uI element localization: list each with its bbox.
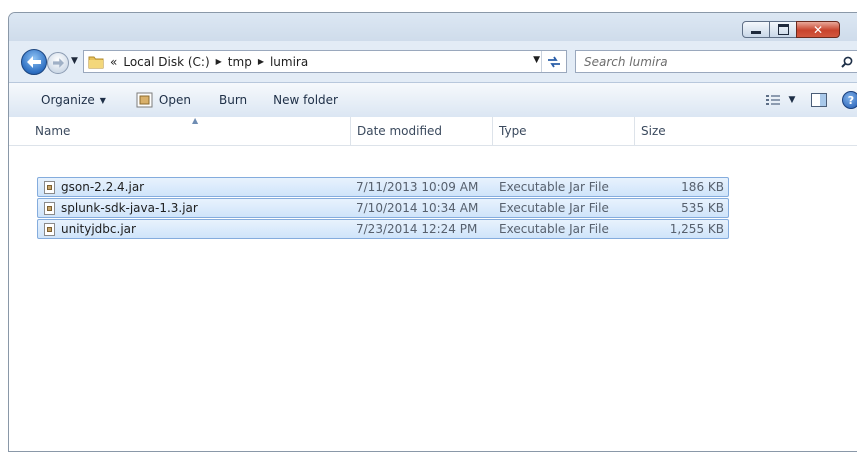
toolbar-right: ▼ ? — [762, 88, 857, 112]
organize-button[interactable]: Organize ▼ — [33, 88, 114, 112]
refresh-icon — [548, 56, 560, 67]
file-date: 7/10/2014 10:34 AM — [356, 201, 479, 215]
file-name: gson-2.2.4.jar — [61, 180, 145, 194]
column-header-name[interactable]: Name — [29, 117, 353, 145]
file-name: splunk-sdk-java-1.3.jar — [61, 201, 198, 215]
breadcrumb-item-local-disk[interactable]: Local Disk (C:) — [123, 55, 209, 69]
file-type: Executable Jar File — [499, 222, 609, 236]
column-header-name-label: Name — [35, 124, 71, 138]
open-label: Open — [158, 93, 191, 107]
view-dropdown[interactable]: ▼ — [784, 88, 800, 112]
sort-ascending-icon: ▲ — [192, 116, 199, 125]
file-name-cell: unityjdbc.jar — [44, 220, 136, 238]
address-dropdown[interactable]: ▼ — [533, 55, 540, 65]
burn-label: Burn — [218, 93, 248, 107]
address-row: ▼ « Local Disk (C:) ▶ tmp ▶ lumira ▼ — [9, 47, 857, 77]
column-header-date-label: Date modified — [357, 124, 443, 138]
recent-pages-dropdown[interactable]: ▼ — [71, 56, 78, 66]
file-type: Executable Jar File — [499, 201, 609, 215]
open-icon — [136, 92, 154, 109]
jar-file-icon — [44, 201, 55, 215]
arrow-right-icon — [52, 58, 64, 68]
minimize-icon — [751, 31, 761, 34]
chevron-right-icon[interactable]: ▶ — [216, 57, 222, 66]
preview-pane-button[interactable] — [806, 88, 832, 112]
chevron-right-icon[interactable]: ▶ — [258, 57, 264, 66]
title-bar[interactable]: ✕ — [9, 13, 857, 41]
change-view-button[interactable] — [762, 88, 784, 112]
open-button[interactable]: Open — [128, 88, 199, 112]
close-icon: ✕ — [812, 22, 824, 37]
breadcrumb: « Local Disk (C:) ▶ tmp ▶ lumira — [110, 55, 308, 69]
column-header-type[interactable]: Type — [492, 117, 634, 145]
explorer-window: ✕ ▼ « Local Disk (C:) ▶ tmp ▶ lumira ▼ S… — [8, 12, 857, 452]
file-size: 1,255 KB — [669, 222, 724, 236]
file-name-cell: splunk-sdk-java-1.3.jar — [44, 199, 198, 217]
organize-label: Organize — [41, 93, 95, 107]
maximize-button[interactable] — [769, 21, 797, 38]
jar-file-icon — [44, 222, 55, 236]
help-button[interactable]: ? — [838, 88, 857, 112]
file-name-cell: gson-2.2.4.jar — [44, 178, 144, 196]
column-header-date[interactable]: Date modified — [350, 117, 492, 145]
chevron-down-icon: ▼ — [99, 95, 106, 105]
search-box — [575, 50, 857, 73]
column-header-size-label: Size — [641, 124, 666, 138]
folder-icon — [88, 54, 104, 70]
file-row[interactable]: splunk-sdk-java-1.3.jar 7/10/2014 10:34 … — [37, 198, 729, 218]
file-date: 7/23/2014 12:24 PM — [356, 222, 478, 236]
back-button[interactable] — [21, 49, 47, 75]
jar-file-icon — [44, 180, 55, 194]
column-header-row: Name ▲ Date modified Type Size — [9, 116, 857, 146]
column-header-size[interactable]: Size — [634, 117, 729, 145]
burn-button[interactable]: Burn — [211, 88, 255, 112]
file-size: 186 KB — [681, 180, 724, 194]
file-date: 7/11/2013 10:09 AM — [356, 180, 479, 194]
forward-button[interactable] — [47, 52, 69, 74]
search-button[interactable] — [837, 52, 857, 72]
search-icon — [841, 56, 853, 68]
refresh-button[interactable] — [541, 51, 566, 72]
view-options-icon — [766, 95, 780, 105]
new-folder-button[interactable]: New folder — [265, 88, 346, 112]
arrow-left-icon — [27, 56, 41, 68]
close-button[interactable]: ✕ — [796, 21, 840, 38]
file-type: Executable Jar File — [499, 180, 609, 194]
breadcrumb-item-tmp[interactable]: tmp — [228, 55, 252, 69]
file-size: 535 KB — [681, 201, 724, 215]
file-row[interactable]: gson-2.2.4.jar 7/11/2013 10:09 AM Execut… — [37, 177, 729, 197]
window-controls: ✕ — [742, 21, 840, 38]
file-row[interactable]: unityjdbc.jar 7/23/2014 12:24 PM Executa… — [37, 219, 729, 239]
maximize-icon — [777, 24, 789, 35]
column-header-type-label: Type — [499, 124, 527, 138]
breadcrumb-item-lumira[interactable]: lumira — [270, 55, 308, 69]
search-input[interactable] — [576, 53, 837, 70]
minimize-button[interactable] — [742, 21, 770, 38]
file-list-pane[interactable]: Name ▲ Date modified Type Size gson-2.2.… — [9, 116, 857, 451]
help-icon: ? — [842, 91, 857, 109]
file-name: unityjdbc.jar — [61, 222, 136, 236]
command-bar: Organize ▼ Open Burn New folder ▼ ? — [9, 82, 857, 118]
breadcrumb-overflow[interactable]: « — [110, 55, 117, 69]
address-bar[interactable]: « Local Disk (C:) ▶ tmp ▶ lumira ▼ — [83, 50, 567, 73]
preview-pane-icon — [811, 93, 827, 107]
new-folder-label: New folder — [273, 93, 338, 107]
